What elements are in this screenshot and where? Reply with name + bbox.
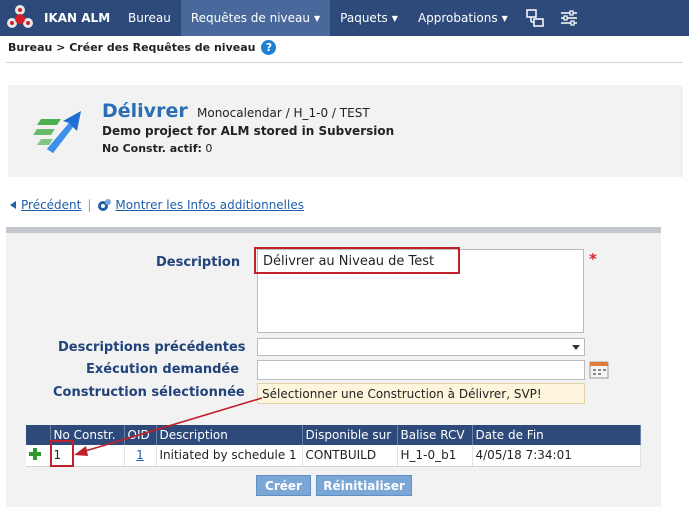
- table-header-available-on: Disponible sur: [302, 425, 398, 445]
- help-icon[interactable]: ?: [261, 40, 277, 55]
- build-description-cell: Initiated by schedule 1: [156, 445, 303, 467]
- show-more-info-link[interactable]: Montrer les Infos additionnelles: [115, 198, 304, 212]
- back-arrow-icon: [10, 201, 16, 209]
- nav-packages[interactable]: Paquets ▼: [330, 0, 408, 36]
- deliver-icon: [33, 111, 81, 153]
- highlight-box: [254, 247, 460, 274]
- breadcrumb-text: Bureau > Créer des Requêtes de niveau: [8, 41, 256, 54]
- required-marker: *: [589, 250, 597, 268]
- level-info-panel: Délivrer Monocalendar / H_1-0 / TEST Dem…: [8, 85, 683, 177]
- end-date-cell: 4/05/18 7:34:01: [472, 445, 641, 467]
- create-button[interactable]: Créer: [256, 475, 311, 496]
- build-no-highlight-box: [50, 440, 74, 467]
- link-separator: |: [87, 198, 92, 212]
- oid-link[interactable]: 1: [136, 448, 144, 462]
- nav-packages-label: Paquets: [340, 11, 388, 25]
- level-path: Monocalendar / H_1-0 / TEST: [197, 106, 370, 120]
- selected-build-label: Construction sélectionnée: [53, 385, 245, 400]
- selected-build-field: Sélectionner une Construction à Délivrer…: [257, 383, 585, 404]
- divider: [6, 62, 683, 63]
- previous-link[interactable]: Précédent: [21, 198, 81, 212]
- info-toggle-icon: [98, 199, 112, 211]
- select-build-cell[interactable]: [26, 445, 51, 467]
- reset-button[interactable]: Réinitialiser: [316, 475, 412, 496]
- breadcrumb: Bureau > Créer des Requêtes de niveau ?: [8, 40, 277, 55]
- project-description: Demo project for ALM stored in Subversio…: [102, 124, 395, 138]
- builds-table: No Constr. OID Description Disponible su…: [26, 425, 641, 467]
- table-header-rcv-tag: Balise RCV: [397, 425, 473, 445]
- execution-date-input[interactable]: [257, 360, 585, 380]
- table-header-oid: OID: [124, 425, 157, 445]
- table-row: 1 1 Initiated by schedule 1 CONTBUILD H_…: [26, 445, 641, 467]
- nav-approvals[interactable]: Approbations ▼: [408, 0, 518, 36]
- nav-approvals-label: Approbations: [417, 11, 498, 25]
- settings-button[interactable]: [552, 0, 586, 36]
- prev-descriptions-select[interactable]: [257, 338, 585, 356]
- app-logo[interactable]: IKAN ALM: [0, 0, 118, 36]
- rcv-tag-cell: H_1-0_b1: [397, 445, 473, 467]
- request-form: Description Délivrer au Niveau de Test *…: [6, 227, 661, 507]
- active-build-value: 0: [205, 142, 213, 155]
- oid-cell: 1: [124, 445, 157, 467]
- caret-down-icon: ▼: [501, 13, 508, 23]
- available-on-cell: CONTBUILD: [302, 445, 398, 467]
- description-label: Description: [156, 255, 241, 270]
- action-links: Précédent | Montrer les Infos additionne…: [10, 198, 304, 212]
- dropdown-arrow-icon: [572, 345, 580, 350]
- caret-down-icon: ▼: [391, 13, 398, 23]
- caret-down-icon: ▼: [314, 13, 321, 23]
- table-header-select: [26, 425, 51, 445]
- prev-descriptions-label: Descriptions précédentes: [58, 340, 246, 355]
- sliders-icon: [560, 10, 577, 26]
- nav-bureau[interactable]: Bureau: [118, 0, 181, 36]
- nav-level-requests[interactable]: Requêtes de niveau ▼: [180, 0, 331, 36]
- active-build-label: No Constr. actif:: [102, 142, 202, 155]
- nav-bureau-label: Bureau: [128, 11, 171, 25]
- hierarchy-icon: [526, 9, 544, 27]
- add-icon[interactable]: [29, 447, 41, 460]
- nav-level-requests-label: Requêtes de niveau: [190, 11, 310, 25]
- table-header-end-date: Date de Fin: [472, 425, 641, 445]
- active-build-count: No Constr. actif: 0: [102, 142, 212, 155]
- level-title: Délivrer: [102, 100, 188, 122]
- app-name: IKAN ALM: [44, 11, 111, 25]
- hierarchy-button[interactable]: [518, 0, 552, 36]
- execution-label: Exécution demandée: [86, 362, 240, 377]
- top-navigation: IKAN ALM Bureau Requêtes de niveau ▼ Paq…: [0, 0, 689, 36]
- table-header-description: Description: [156, 425, 303, 445]
- calendar-icon[interactable]: [589, 360, 609, 379]
- ikan-logo-icon: [5, 3, 35, 33]
